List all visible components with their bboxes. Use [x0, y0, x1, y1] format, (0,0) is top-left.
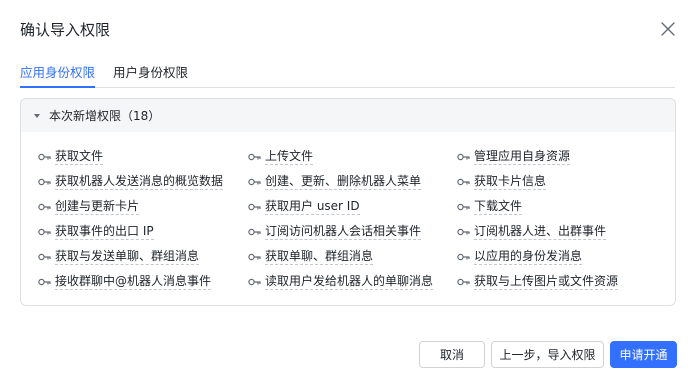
permission-item: 创建与更新卡片: [38, 198, 140, 215]
key-icon: [38, 153, 51, 160]
section-header-new-permissions[interactable]: 本次新增权限（18）: [21, 99, 675, 132]
permission-label: 获取机器人发送消息的概览数据: [55, 174, 224, 190]
tab-user-identity[interactable]: 用户身份权限: [113, 62, 188, 81]
tab-app-identity[interactable]: 应用身份权限: [20, 62, 96, 88]
permission-label: 创建与更新卡片: [55, 199, 140, 215]
key-icon: [38, 253, 51, 260]
permission-list: 获取文件 上传文件 管理应用自身资源获取机器人发送消息的概览数据 创建、更新、删除机器…: [21, 132, 675, 305]
permission-label: 获取用户 user ID: [265, 199, 360, 215]
permission-label: 以应用的身份发消息: [474, 249, 583, 265]
permission-label: 获取与上传图片或文件资源: [474, 274, 619, 290]
key-icon: [38, 203, 51, 210]
key-icon: [248, 203, 261, 210]
permission-item: 获取机器人发送消息的概览数据: [38, 173, 224, 190]
tab-bar: 应用身份权限 用户身份权限: [20, 60, 675, 88]
key-icon: [248, 178, 261, 185]
previous-step-button[interactable]: 上一步，导入权限: [491, 341, 604, 368]
caret-down-icon: [34, 113, 40, 118]
apply-button[interactable]: 申请开通: [610, 341, 677, 368]
key-icon: [457, 253, 470, 260]
key-icon: [457, 203, 470, 210]
permission-label: 管理应用自身资源: [474, 149, 571, 165]
section-header-label: 本次新增权限（18）: [49, 109, 161, 123]
import-permissions-dialog: 确认导入权限 应用身份权限 用户身份权限 本次新增权限（18） 获取文件 上传文件…: [0, 0, 695, 381]
key-icon: [457, 228, 470, 235]
permissions-panel: 本次新增权限（18） 获取文件 上传文件 管理应用自身资源获取机器人发送消息的概览数…: [20, 98, 676, 306]
permission-label: 订阅机器人进、出群事件: [474, 224, 607, 240]
dialog-title: 确认导入权限: [20, 21, 111, 39]
key-icon: [457, 153, 470, 160]
permission-label: 获取与发送单聊、群组消息: [55, 249, 200, 265]
permission-item: 获取单聊、群组消息: [248, 248, 374, 265]
permission-item: 管理应用自身资源: [457, 148, 571, 165]
permission-item: 订阅机器人进、出群事件: [457, 223, 607, 240]
permission-label: 接收群聊中@机器人消息事件: [55, 274, 212, 290]
permission-label: 订阅访问机器人会话相关事件: [265, 224, 422, 240]
close-icon[interactable]: [658, 19, 678, 39]
permission-label: 获取卡片信息: [474, 174, 547, 190]
permission-item: 上传文件: [248, 148, 314, 165]
key-icon: [457, 178, 470, 185]
permission-label: 获取文件: [55, 149, 104, 165]
permission-label: 上传文件: [265, 149, 314, 165]
permission-label: 获取事件的出口 IP: [55, 224, 154, 240]
key-icon: [38, 228, 51, 235]
permission-item: 创建、更新、删除机器人菜单: [248, 173, 422, 190]
permission-item: 获取事件的出口 IP: [38, 223, 154, 240]
permission-item: 接收群聊中@机器人消息事件: [38, 273, 212, 290]
key-icon: [248, 253, 261, 260]
permission-item: 获取与发送单聊、群组消息: [38, 248, 200, 265]
cancel-button[interactable]: 取消: [419, 341, 485, 368]
permission-item: 以应用的身份发消息: [457, 248, 583, 265]
permission-item: 下载文件: [457, 198, 523, 215]
key-icon: [38, 178, 51, 185]
permission-item: 读取用户发给机器人的单聊消息: [248, 273, 434, 290]
key-icon: [457, 278, 470, 285]
key-icon: [248, 228, 261, 235]
key-icon: [38, 278, 51, 285]
permission-item: 获取文件: [38, 148, 104, 165]
permission-item: 获取卡片信息: [457, 173, 547, 190]
permission-item: 获取用户 user ID: [248, 198, 360, 215]
permission-item: 获取与上传图片或文件资源: [457, 273, 619, 290]
permission-label: 下载文件: [474, 199, 523, 215]
permission-label: 获取单聊、群组消息: [265, 249, 374, 265]
permission-label: 创建、更新、删除机器人菜单: [265, 174, 422, 190]
key-icon: [248, 153, 261, 160]
key-icon: [248, 278, 261, 285]
permission-label: 读取用户发给机器人的单聊消息: [265, 274, 434, 290]
permission-item: 订阅访问机器人会话相关事件: [248, 223, 422, 240]
